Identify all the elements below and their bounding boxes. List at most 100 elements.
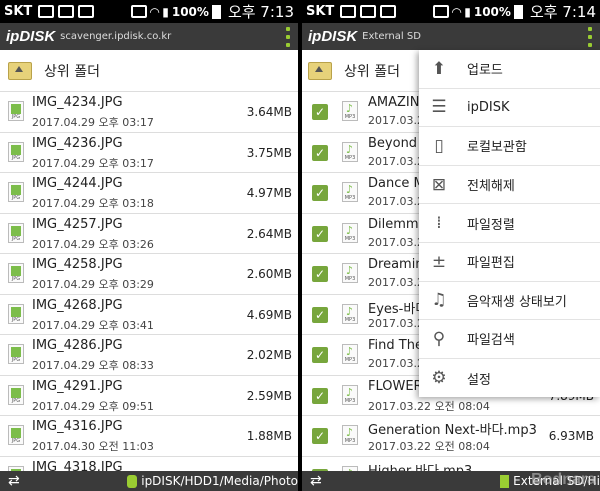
file-name: IMG_4316.JPG	[32, 419, 123, 434]
file-size: 4.97MB	[246, 186, 292, 200]
carrier-label: SKT	[306, 4, 335, 19]
file-row[interactable]: IMG_4268.JPG 2017.04.29 오후 03:41 4.69MB	[0, 295, 298, 335]
menu-item-music-status[interactable]: ♫ 음악재생 상태보기	[419, 282, 600, 321]
overflow-menu: ⬆ 업로드 ☰ ipDISK ▯ 로컬보관함 ⊠ 전체해제 ⁞ 파일정렬 ± 파…	[419, 50, 600, 398]
menu-item-upload[interactable]: ⬆ 업로드	[419, 50, 600, 89]
file-date: 2017.04.30 오전 11:03	[32, 440, 154, 453]
menu-item-label: 파일편집	[467, 256, 515, 272]
file-date: 2017.03.22 오전 08:04	[368, 399, 490, 413]
swap-panels-icon[interactable]: ⇄	[8, 473, 20, 489]
clock: 오후 7:13	[227, 3, 294, 21]
bottom-bar: ⇄ ipDISK/HDD1/Media/Photo	[0, 471, 298, 491]
file-name: IMG_4258.JPG	[32, 257, 123, 272]
storage-icon	[127, 474, 138, 488]
file-name: IMG_4236.JPG	[32, 135, 123, 151]
select-checkbox[interactable]: ✓	[312, 144, 328, 161]
file-date: 2017.03.2	[368, 154, 424, 168]
file-date: 2017.03.2	[368, 276, 424, 289]
file-row[interactable]: IMG_4316.JPG 2017.04.30 오전 11:03 1.88MB	[0, 416, 298, 457]
search-icon: ⚲	[432, 328, 446, 349]
menu-item-settings[interactable]: ⚙ 설정	[419, 359, 600, 398]
select-checkbox[interactable]: ✓	[312, 387, 328, 404]
file-row[interactable]: IMG_4244.JPG 2017.04.29 오후 03:18 4.97MB	[0, 173, 298, 214]
file-date: 2017.03.2	[368, 357, 424, 370]
menu-item-edit[interactable]: ± 파일편집	[419, 243, 600, 282]
file-name: Dilemma	[368, 216, 427, 232]
mail-icon	[58, 5, 75, 18]
file-row[interactable]: IMG_4286.JPG 2017.04.29 오후 08:33 2.02MB	[0, 335, 298, 376]
file-row[interactable]: ✓ Higher-바다.mp3	[302, 457, 600, 471]
file-row[interactable]: IMG_4318.JPG	[0, 457, 298, 472]
file-size: 4.69MB	[246, 307, 292, 322]
file-size: 3.75MB	[246, 145, 292, 160]
hd-voice-icon	[131, 5, 148, 18]
music-icon: ♫	[431, 290, 447, 311]
mail-icon	[360, 5, 377, 18]
file-name: FLOWER	[368, 378, 423, 394]
file-row[interactable]: IMG_4257.JPG 2017.04.29 오후 03:26 2.64MB	[0, 214, 298, 254]
image-file-icon	[8, 182, 24, 202]
file-date: 2017.03.2	[368, 235, 424, 249]
file-row[interactable]: IMG_4291.JPG 2017.04.29 오후 09:51 2.59MB	[0, 376, 298, 416]
menu-item-label: 전체해제	[467, 179, 515, 195]
battery-percent: 100%	[473, 4, 511, 19]
current-path[interactable]: ipDISK/HDD1/Media/Photo	[127, 474, 298, 488]
select-checkbox[interactable]: ✓	[312, 428, 328, 444]
clock: 오후 7:14	[529, 3, 596, 21]
select-checkbox[interactable]: ✓	[312, 185, 328, 201]
overflow-menu-icon[interactable]	[588, 27, 592, 47]
host-label: scavenger.ipdisk.co.kr	[60, 31, 172, 42]
file-row[interactable]: IMG_4234.JPG 2017.04.29 오후 03:17 3.64MB	[0, 92, 298, 133]
menu-item-label: 음악재생 상태보기	[467, 294, 567, 310]
image-file-icon	[8, 263, 24, 283]
file-date: 2017.04.29 오후 03:29	[32, 278, 154, 291]
select-checkbox[interactable]: ✓	[312, 225, 328, 242]
file-name: IMG_4291.JPG	[32, 378, 123, 394]
file-date: 2017.04.29 오후 03:26	[32, 237, 154, 251]
parent-folder-row[interactable]: 상위 폴더	[0, 50, 298, 92]
audio-file-icon	[342, 222, 358, 243]
select-checkbox[interactable]: ✓	[312, 306, 328, 323]
select-checkbox[interactable]: ✓	[312, 347, 328, 363]
menu-item-sort[interactable]: ⁞ 파일정렬	[419, 204, 600, 243]
settings-icon: ⚙	[431, 368, 447, 389]
file-size: 2.64MB	[246, 226, 292, 241]
select-checkbox[interactable]: ✓	[312, 266, 328, 282]
cat-icon	[380, 5, 397, 18]
file-name: Dreamin	[368, 257, 424, 272]
file-name: Find The	[368, 338, 423, 353]
image-file-icon	[8, 141, 24, 162]
phone-icon: ▯	[434, 135, 444, 156]
overflow-menu-icon[interactable]	[286, 27, 290, 47]
file-date: 2017.04.29 오후 03:17	[32, 116, 154, 129]
file-name: IMG_4286.JPG	[32, 338, 123, 353]
notification-icons	[38, 5, 95, 18]
battery-percent: 100%	[171, 4, 209, 19]
file-name: Dance M	[368, 176, 425, 191]
folder-up-icon	[308, 61, 332, 80]
signal-icon: ▮	[464, 4, 471, 19]
file-size: 6.93MB	[548, 429, 594, 443]
status-bar: SKT ◠ ▮ 100% 오후 7:13	[0, 0, 298, 23]
menu-item-deselect-all[interactable]: ⊠ 전체해제	[419, 166, 600, 205]
battery-icon	[211, 4, 221, 19]
file-row[interactable]: ✓ Generation Next-바다.mp3 2017.03.22 오전 0…	[302, 416, 600, 457]
swap-panels-icon[interactable]: ⇄	[310, 473, 322, 489]
sort-icon: ⁞	[436, 213, 442, 234]
file-row[interactable]: IMG_4236.JPG 2017.04.29 오후 03:17 3.75MB	[0, 133, 298, 173]
status-right: ◠ ▮ 100% 오후 7:14	[433, 1, 596, 22]
app-logo: ipDISK	[308, 28, 358, 45]
file-date: 2017.03.2	[368, 316, 424, 330]
file-row[interactable]: IMG_4258.JPG 2017.04.29 오후 03:29 2.60MB	[0, 254, 298, 295]
menu-item-search[interactable]: ⚲ 파일검색	[419, 320, 600, 359]
image-file-icon	[8, 344, 24, 364]
menu-item-ipdisk[interactable]: ☰ ipDISK	[419, 89, 600, 128]
back-icon	[38, 5, 55, 18]
cat-icon	[78, 5, 95, 18]
upload-icon: ⬆	[431, 58, 447, 79]
menu-item-local-storage[interactable]: ▯ 로컬보관함	[419, 127, 600, 166]
select-checkbox[interactable]: ✓	[312, 104, 328, 120]
path-label: ipDISK/HDD1/Media/Photo	[141, 474, 298, 488]
menu-item-label: 파일검색	[467, 333, 515, 349]
file-name: IMG_4318.JPG	[32, 459, 123, 472]
